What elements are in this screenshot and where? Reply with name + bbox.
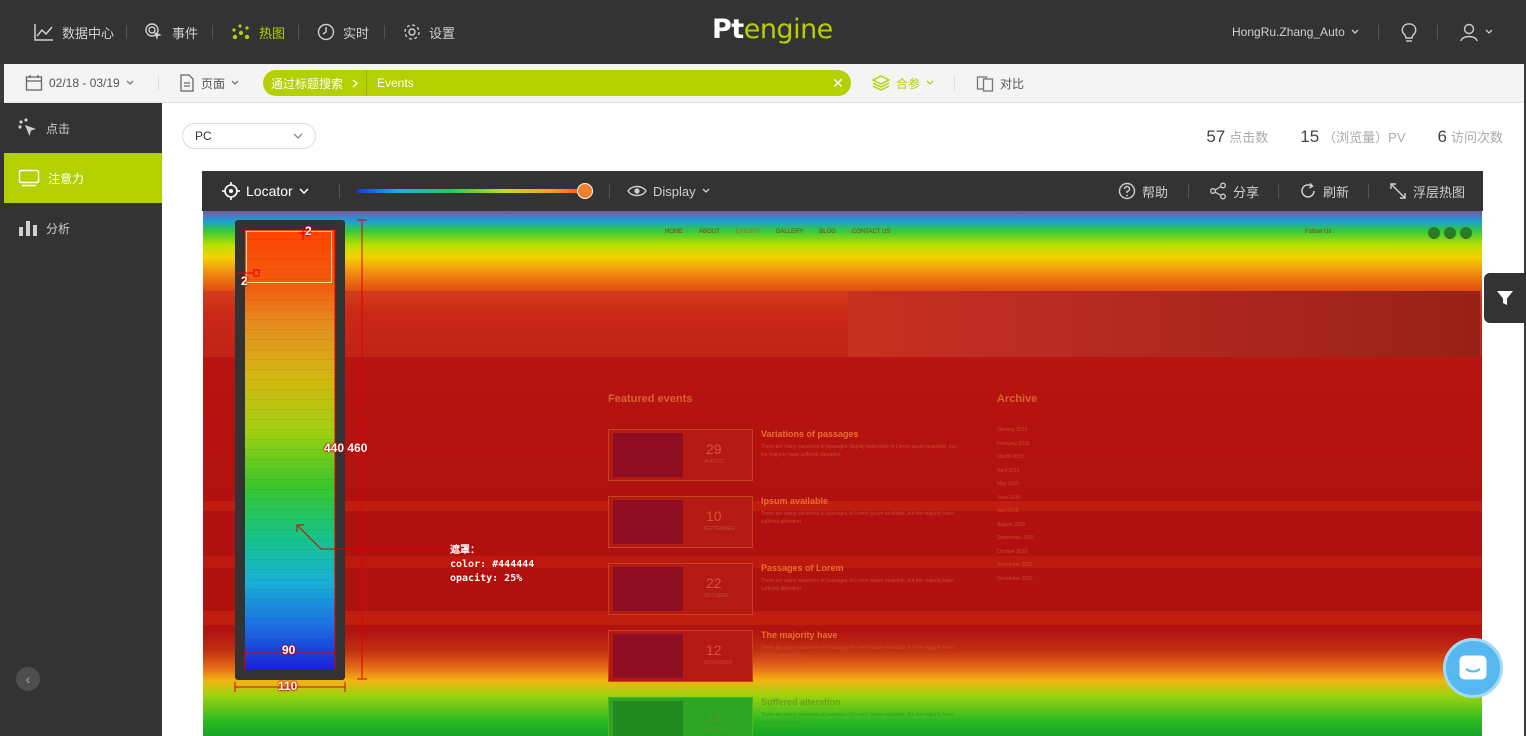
left-offset-label: 2 [241,274,248,288]
chat-bubble-icon [1458,654,1488,682]
support-chat-button[interactable] [1443,638,1503,698]
mask-annotation-line: color: #444444 [450,559,535,570]
dimension-annotations [234,219,450,692]
height-label: 440 460 [324,441,368,455]
filter-panel-toggle[interactable] [1484,273,1526,323]
mask-annotation-line: 遮罩： [450,545,480,556]
filter-funnel-icon [1495,288,1515,308]
mask-annotation-line: opacity: 25% [450,573,523,584]
mask-annotation: 遮罩： color: #444444 opacity: 25% [450,544,534,586]
mask-leader-line [296,524,450,550]
top-offset-label: 2 [305,224,312,238]
inner-width-label: 90 [282,643,296,657]
outer-width-label: 110 [278,679,298,693]
